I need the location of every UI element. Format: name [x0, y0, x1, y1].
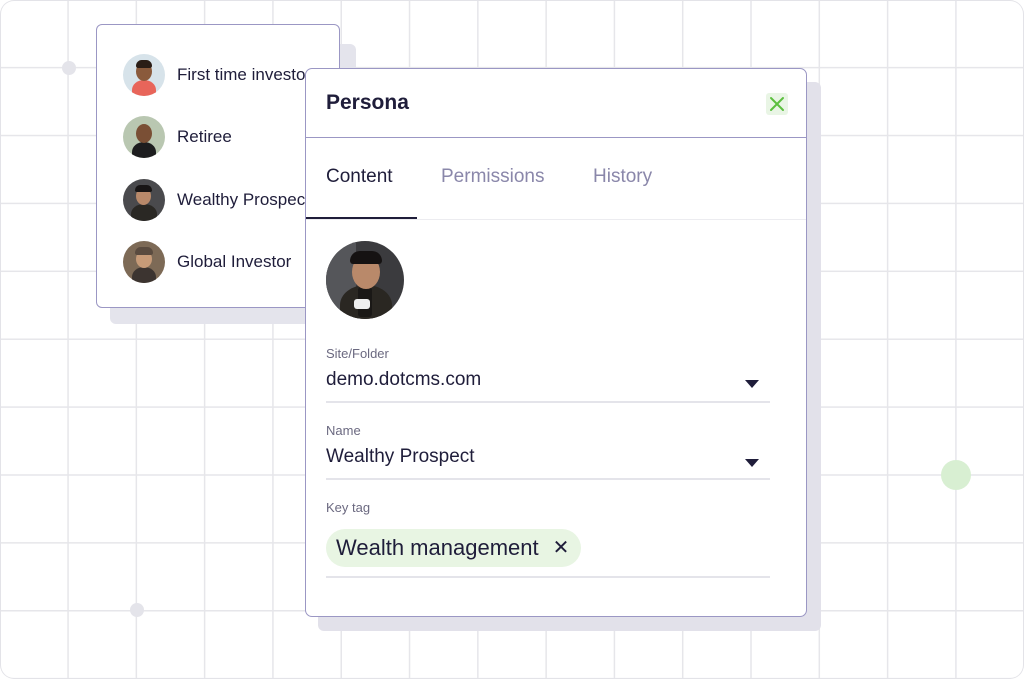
active-tab-indicator — [306, 217, 417, 219]
dialog-header: Persona — [306, 69, 806, 138]
persona-label: Retiree — [177, 127, 232, 146]
field-divider — [326, 576, 770, 578]
decorative-dot — [941, 460, 971, 490]
remove-tag-icon[interactable]: ✕ — [553, 538, 570, 558]
tab-content[interactable]: Content — [326, 166, 393, 188]
persona-label: Global Investor — [177, 252, 292, 271]
field-divider — [326, 401, 770, 403]
tab-history[interactable]: History — [593, 166, 652, 188]
persona-list: First time investor Retiree Wealthy Pros… — [96, 24, 340, 308]
persona-label: Wealthy Prospect — [177, 190, 310, 209]
key-tag-label: Key tag — [326, 500, 371, 515]
chevron-down-icon[interactable] — [745, 380, 759, 388]
canvas: First time investor Retiree Wealthy Pros… — [0, 0, 1024, 679]
close-button[interactable] — [766, 93, 788, 115]
persona-item-wealthy-prospect[interactable]: Wealthy Prospect — [123, 178, 310, 222]
persona-photo — [326, 241, 404, 319]
key-tag-chip-label: Wealth management — [336, 535, 539, 560]
site-folder-label: Site/Folder — [326, 346, 389, 361]
close-icon — [770, 97, 784, 111]
persona-label: First time investor — [177, 65, 312, 84]
name-label: Name — [326, 423, 361, 438]
avatar-wealthy-prospect-icon — [123, 179, 165, 221]
name-select[interactable]: Wealthy Prospect — [326, 446, 475, 468]
persona-dialog: Persona Content Permissions History Site… — [305, 68, 807, 617]
avatar-first-time-investor-icon — [123, 54, 165, 96]
persona-item-first-time-investor[interactable]: First time investor — [123, 53, 311, 97]
persona-item-retiree[interactable]: Retiree — [123, 115, 232, 159]
tab-permissions[interactable]: Permissions — [441, 166, 544, 188]
tab-bar: Content Permissions History — [306, 138, 806, 220]
decorative-dot — [62, 61, 76, 75]
site-folder-select[interactable]: demo.dotcms.com — [326, 369, 481, 391]
field-divider — [326, 478, 770, 480]
avatar-retiree-icon — [123, 116, 165, 158]
decorative-dot — [130, 603, 144, 617]
chevron-down-icon[interactable] — [745, 459, 759, 467]
avatar-global-investor-icon — [123, 241, 165, 283]
key-tag-chip: Wealth management ✕ — [326, 529, 582, 567]
dialog-title: Persona — [326, 91, 409, 114]
persona-item-global-investor[interactable]: Global Investor — [123, 240, 291, 284]
